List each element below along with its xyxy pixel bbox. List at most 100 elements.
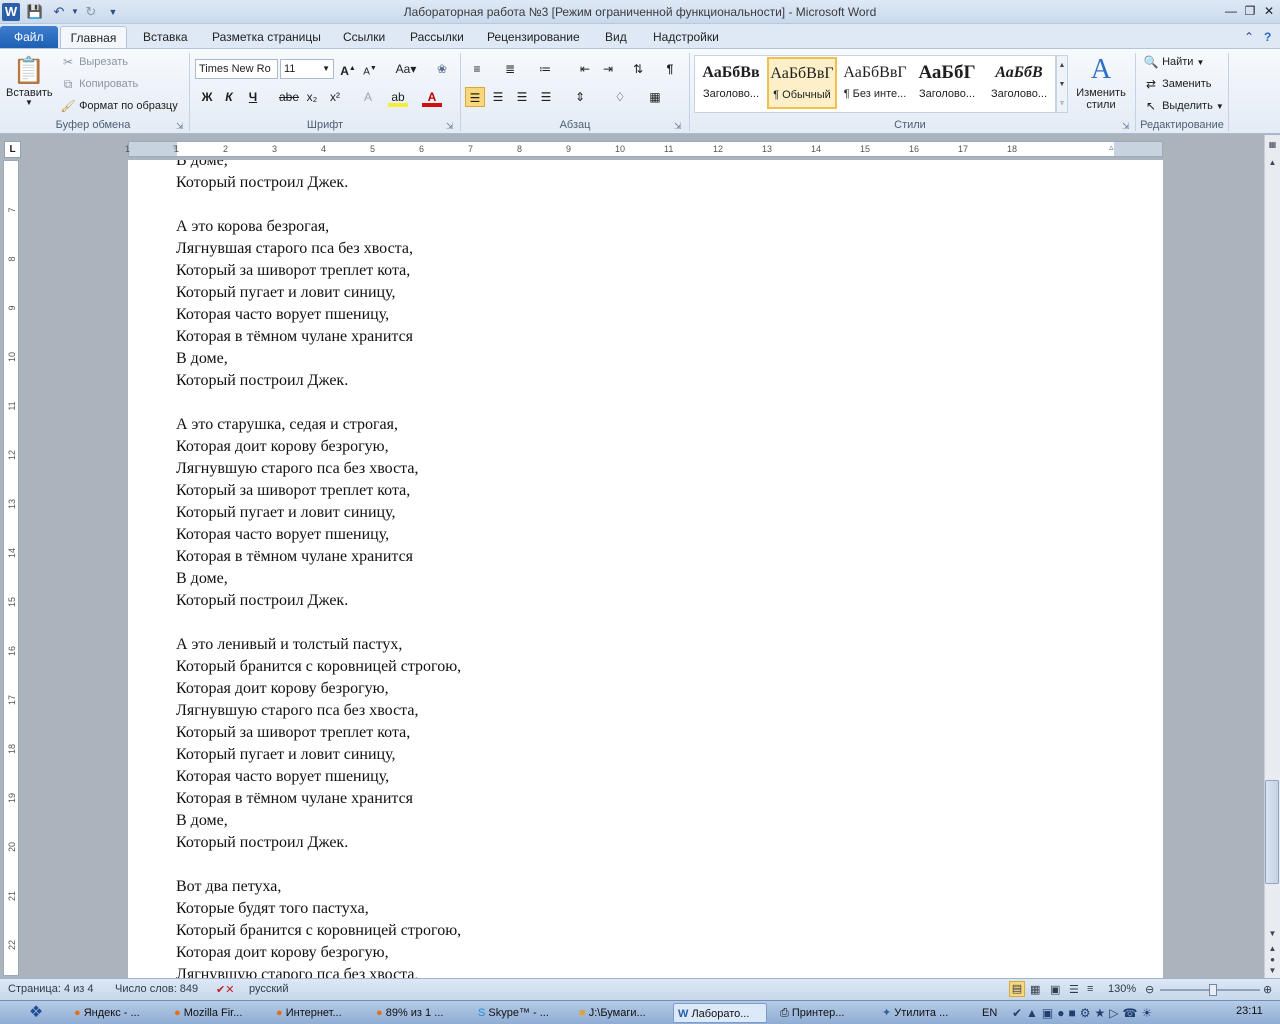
pilcrow-icon[interactable]: ¶	[660, 59, 680, 79]
tab-view[interactable]: Вид	[599, 26, 633, 48]
italic-button[interactable]: К	[219, 87, 239, 107]
taskbar-item[interactable]: ■ J:\Бумаги...	[575, 1003, 667, 1023]
dialog-launcher-icon[interactable]: ⇲	[176, 121, 184, 132]
start-button-icon[interactable]: ❖	[16, 1003, 56, 1023]
document-line[interactable]: Который за шиворот треплет кота,	[176, 722, 461, 744]
draft-icon[interactable]: ≡	[1087, 983, 1093, 995]
borders-icon[interactable]: ▦	[645, 87, 665, 107]
tab-mailings[interactable]: Рассылки	[404, 26, 470, 48]
style-heading1[interactable]: АаБбВв Заголово...	[696, 57, 766, 109]
document-line[interactable]: Который за шиворот треплет кота,	[176, 480, 461, 502]
right-indent-marker-icon[interactable]: ▵	[1109, 142, 1114, 153]
language-indicator[interactable]: русский	[249, 983, 288, 995]
taskbar-item[interactable]: ✦ Утилита ...	[878, 1003, 974, 1023]
copy-button[interactable]: ⧉ Копировать	[60, 76, 139, 92]
minimize-ribbon-icon[interactable]: ⌃	[1238, 26, 1260, 48]
multilevel-list-icon[interactable]: ≔	[535, 59, 555, 79]
zoom-in-icon[interactable]: ⊕	[1263, 983, 1272, 996]
document-line[interactable]: Которая доит корову безрогую,	[176, 678, 461, 700]
sort-icon[interactable]: ⇅	[628, 59, 648, 79]
tab-addins[interactable]: Надстройки	[647, 26, 725, 48]
document-page[interactable]: В доме, Который построил Джек. А это коров…	[128, 160, 1163, 978]
dialog-launcher-icon[interactable]: ⇲	[1122, 121, 1130, 132]
print-layout-icon[interactable]: ▤	[1009, 981, 1025, 997]
scroll-down-icon[interactable]: ▼	[1266, 927, 1279, 941]
decrease-indent-icon[interactable]: ⇤	[575, 59, 595, 79]
scrollbar-thumb[interactable]	[1265, 780, 1279, 884]
dialog-launcher-icon[interactable]: ⇲	[674, 121, 682, 132]
document-line[interactable]: Которые будят того пастуха,	[176, 898, 461, 920]
close-icon[interactable]: ✕	[1256, 2, 1280, 21]
document-line[interactable]: А это ленивый и толстый пастух,	[176, 634, 461, 656]
document-line[interactable]: Который пугает и ловит синицу,	[176, 744, 461, 766]
document-line[interactable]: Лягнувшую старого пса без хвоста,	[176, 700, 461, 722]
document-line[interactable]: В доме,	[176, 810, 461, 832]
document-line[interactable]: Который построил Джек.	[176, 832, 461, 854]
document-line[interactable]	[176, 392, 461, 414]
align-left-icon[interactable]: ☰	[465, 87, 485, 107]
bold-button[interactable]: Ж	[197, 87, 217, 107]
document-line[interactable]: Которая часто ворует пшеницу,	[176, 524, 461, 546]
browse-object-icon[interactable]: ●	[1266, 955, 1279, 965]
taskbar-item[interactable]: ⎙ Принтер...	[776, 1003, 872, 1023]
clock[interactable]: 23:11	[1236, 1005, 1263, 1017]
strikethrough-button[interactable]: abe	[279, 87, 299, 107]
tab-insert[interactable]: Вставка	[137, 26, 194, 48]
clear-format-icon[interactable]: ❀	[432, 59, 452, 79]
taskbar-item[interactable]: ● Яндекс - ...	[70, 1003, 168, 1023]
style-no-spacing[interactable]: АаБбВвГ ¶ Без инте...	[840, 57, 910, 109]
styles-scroll-icon[interactable]: ▲ ▼ ▿	[1056, 55, 1068, 113]
document-line[interactable]: Вот два петуха,	[176, 876, 461, 898]
document-line[interactable]: Который построил Джек.	[176, 172, 461, 194]
document-line[interactable]: А это корова безрогая,	[176, 216, 461, 238]
taskbar-item[interactable]: S Skype™ - ...	[474, 1003, 572, 1023]
horizontal-ruler[interactable]: ▿ ▵ 1 1 2 3 4 5 6 7 8 9 10 11 12 13 14 15 16 17 18	[125, 141, 1163, 157]
document-line[interactable]: В доме,	[176, 568, 461, 590]
format-painter-button[interactable]: 🖌 Формат по образцу	[60, 98, 177, 114]
document-line[interactable]: Которая часто ворует пшеницу,	[176, 766, 461, 788]
select-button[interactable]: ↖ Выделить ▼	[1143, 98, 1224, 114]
font-color-icon[interactable]: A	[422, 87, 442, 107]
prev-page-icon[interactable]: ▲	[1266, 943, 1279, 955]
document-line[interactable]: Которая в тёмном чулане хранится	[176, 326, 461, 348]
style-heading3[interactable]: АаБбВ Заголово...	[984, 57, 1054, 109]
zoom-level[interactable]: 130%	[1108, 983, 1136, 995]
bullets-icon[interactable]: ≡	[467, 59, 487, 79]
scroll-up-icon[interactable]: ▲	[1266, 155, 1279, 171]
zoom-out-icon[interactable]: ⊖	[1145, 983, 1154, 996]
page-count[interactable]: Страница: 4 из 4	[8, 983, 94, 995]
grow-font-button[interactable]: A▲	[338, 59, 358, 79]
help-icon[interactable]: ?	[1258, 26, 1277, 48]
shrink-font-button[interactable]: A▼	[360, 59, 380, 79]
find-button[interactable]: 🔍 Найти ▼	[1143, 54, 1205, 70]
document-line[interactable]: Которая часто ворует пшеницу,	[176, 304, 461, 326]
next-page-icon[interactable]: ▼	[1266, 965, 1279, 977]
document-line[interactable]: Который построил Джек.	[176, 590, 461, 612]
vertical-ruler[interactable]: 7 8 9 10 11 12 13 14 15 16 17 18 19 20 21 22	[3, 160, 19, 976]
document-line[interactable]: Который построил Джек.	[176, 370, 461, 392]
document-line[interactable]: Который бранится с коровницей строгою,	[176, 656, 461, 678]
document-line[interactable]: Лягнувшую старого пса без хвоста,	[176, 458, 461, 480]
document-line[interactable]: Которая доит корову безрогую,	[176, 436, 461, 458]
underline-button[interactable]: Ч	[243, 87, 263, 107]
document-line[interactable]: Который бранится с коровницей строгою,	[176, 920, 461, 942]
paste-button[interactable]: 📋 Вставить ▼	[6, 53, 53, 115]
style-heading2[interactable]: АаБбГ Заголово...	[912, 57, 982, 109]
taskbar-item-active[interactable]: W Лаборато...	[673, 1003, 767, 1023]
shading-icon[interactable]: ♢	[610, 87, 630, 107]
document-line[interactable]: Которая в тёмном чулане хранится	[176, 546, 461, 568]
tray-icons[interactable]: ✔▲▣●■⚙★▷☎☀	[1012, 1002, 1232, 1024]
document-line[interactable]: В доме,	[176, 160, 461, 172]
numbering-icon[interactable]: ≣	[500, 59, 520, 79]
superscript-button[interactable]: x²	[325, 87, 345, 107]
proofing-icon[interactable]: ✔✕	[216, 983, 234, 996]
tab-page-layout[interactable]: Разметка страницы	[206, 26, 327, 48]
align-center-icon[interactable]: ☰	[488, 87, 508, 107]
cut-button[interactable]: ✂ Вырезать	[60, 54, 128, 70]
outline-icon[interactable]: ☰	[1069, 983, 1079, 996]
full-screen-icon[interactable]: ▦	[1030, 983, 1040, 996]
document-line[interactable]	[176, 612, 461, 634]
document-line[interactable]: Лягнувшая старого пса без хвоста,	[176, 238, 461, 260]
document-line[interactable]: Который пугает и ловит синицу,	[176, 282, 461, 304]
document-line[interactable]: Который пугает и ловит синицу,	[176, 502, 461, 524]
